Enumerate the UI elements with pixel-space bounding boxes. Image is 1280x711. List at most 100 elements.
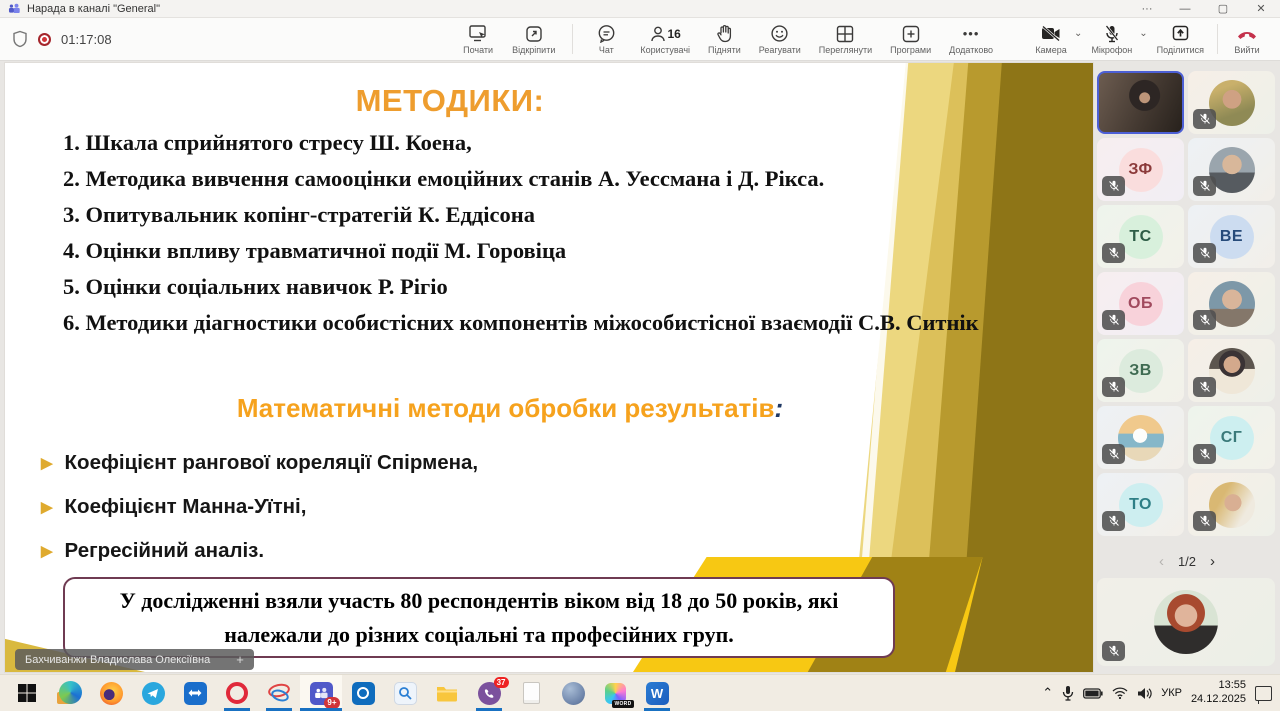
taskbar-search-tool-button[interactable] bbox=[384, 675, 426, 711]
teams-badge: 9+ bbox=[324, 697, 339, 709]
taskbar-teams-button[interactable]: 9+ bbox=[300, 675, 342, 711]
participant-tile[interactable] bbox=[1188, 71, 1275, 134]
participant-tile[interactable]: СГ bbox=[1188, 406, 1275, 469]
taskbar-sphere-app-button[interactable] bbox=[552, 675, 594, 711]
taskbar-outlook-button[interactable] bbox=[342, 675, 384, 711]
list-item: 2. Методика вивчення самооцінки емоційни… bbox=[63, 161, 1038, 197]
ellipsis-icon: ••• bbox=[963, 24, 980, 44]
taskbar-explorer-button[interactable] bbox=[426, 675, 468, 711]
participants-button[interactable]: 16 Користувачі bbox=[633, 22, 697, 57]
tray-battery-icon[interactable] bbox=[1083, 688, 1103, 699]
taskbar-edge-button[interactable] bbox=[48, 675, 90, 711]
camera-button[interactable]: Камера bbox=[1028, 22, 1074, 57]
taskbar-copilot-button[interactable]: WORD bbox=[594, 675, 636, 711]
taskbar-notepad-button[interactable] bbox=[510, 675, 552, 711]
taskbar-opera-button[interactable] bbox=[216, 675, 258, 711]
language-indicator[interactable]: УКР bbox=[1161, 687, 1182, 699]
taskbar-firefox-button[interactable] bbox=[90, 675, 132, 711]
participant-tile[interactable] bbox=[1188, 138, 1275, 201]
bullet-triangle-icon: ▶ bbox=[41, 542, 53, 560]
more-options-button[interactable]: ••• Додатково bbox=[942, 22, 1000, 57]
window-titlebar: Нарада в каналі "General" ··· — ▢ ✕ bbox=[0, 0, 1280, 18]
clock[interactable]: 13:55 24.12.2025 bbox=[1191, 679, 1246, 707]
file-explorer-icon bbox=[435, 681, 460, 706]
mic-muted-icon bbox=[1193, 176, 1216, 196]
mic-muted-icon bbox=[1102, 243, 1125, 263]
participant-tile[interactable] bbox=[1188, 339, 1275, 402]
window-more-button[interactable]: ··· bbox=[1128, 0, 1166, 18]
telegram-icon bbox=[142, 682, 165, 705]
taskbar-capture-button[interactable] bbox=[258, 675, 300, 711]
mic-muted-icon bbox=[1193, 243, 1216, 263]
screen-share-icon bbox=[469, 24, 488, 44]
magnifier-icon bbox=[394, 682, 417, 705]
apps-button[interactable]: Програми bbox=[883, 22, 938, 57]
apps-plus-icon bbox=[902, 24, 920, 44]
people-icon bbox=[650, 25, 666, 43]
share-button[interactable]: Поділитися bbox=[1150, 22, 1211, 57]
mic-muted-icon bbox=[1102, 641, 1125, 661]
tray-volume-icon[interactable] bbox=[1137, 687, 1152, 700]
copilot-word-label: WORD bbox=[612, 700, 633, 708]
chat-button[interactable]: Чат bbox=[583, 22, 629, 57]
participant-tile[interactable] bbox=[1188, 473, 1275, 536]
participant-tile[interactable]: ЗВ bbox=[1097, 339, 1184, 402]
view-button[interactable]: Переглянути bbox=[812, 22, 879, 57]
camera-chevron-icon[interactable]: ⌄ bbox=[1074, 28, 1082, 39]
start-button[interactable] bbox=[6, 675, 48, 711]
participant-tile-active-video[interactable] bbox=[1097, 71, 1184, 134]
opera-icon bbox=[226, 682, 248, 704]
tray-wifi-icon[interactable] bbox=[1112, 687, 1128, 699]
taskbar-word-button[interactable]: W bbox=[636, 675, 678, 711]
edge-icon bbox=[57, 681, 82, 706]
toolbar-divider bbox=[572, 24, 573, 54]
participant-tile[interactable]: ОБ bbox=[1097, 272, 1184, 335]
plus-marker: + bbox=[236, 652, 244, 667]
hangup-icon bbox=[1236, 24, 1258, 44]
avatar-initials: ТС bbox=[1119, 215, 1163, 259]
action-center-icon[interactable] bbox=[1255, 686, 1272, 701]
mic-chevron-icon[interactable]: ⌄ bbox=[1139, 28, 1147, 39]
participant-tile[interactable]: ТО bbox=[1097, 473, 1184, 536]
shared-slide: МЕТОДИКИ: 1. Шкала сприйнятого стресу Ш.… bbox=[4, 62, 1094, 673]
window-maximize-button[interactable]: ▢ bbox=[1204, 0, 1242, 18]
teams-logo-icon bbox=[8, 2, 21, 15]
tray-mic-icon[interactable] bbox=[1062, 685, 1074, 701]
meeting-toolbar: 01:17:08 Почати Відкріпити Чат 16 bbox=[0, 18, 1280, 61]
participant-tile[interactable] bbox=[1097, 406, 1184, 469]
recording-indicator-icon bbox=[38, 33, 51, 46]
teams-icon: 9+ bbox=[310, 682, 333, 705]
meeting-timer: 01:17:08 bbox=[61, 32, 112, 47]
slide-title: МЕТОДИКИ: bbox=[5, 83, 895, 119]
study-info-box: У дослідженні взяли участь 80 респондент… bbox=[63, 577, 895, 658]
taskbar-telegram-button[interactable] bbox=[132, 675, 174, 711]
mic-muted-icon bbox=[1193, 511, 1216, 531]
participant-tile[interactable]: ЗФ bbox=[1097, 138, 1184, 201]
bullet-triangle-icon: ▶ bbox=[41, 498, 53, 516]
grid-view-icon bbox=[836, 24, 854, 44]
leave-button[interactable]: Вийти bbox=[1224, 22, 1270, 57]
participant-tile[interactable]: ТС bbox=[1097, 205, 1184, 268]
taskbar-teamviewer-button[interactable] bbox=[174, 675, 216, 711]
window-minimize-button[interactable]: — bbox=[1166, 0, 1204, 18]
unpin-button[interactable]: Відкріпити bbox=[505, 22, 562, 57]
window-close-button[interactable]: ✕ bbox=[1242, 0, 1280, 18]
react-button[interactable]: Реагувати bbox=[752, 22, 808, 57]
tray-hidden-icons-chevron[interactable]: ⌃ bbox=[1042, 685, 1053, 701]
toolbar-divider bbox=[1217, 24, 1218, 54]
pager-next-icon[interactable]: › bbox=[1210, 553, 1215, 570]
participant-tile-large[interactable] bbox=[1097, 578, 1275, 666]
avatar bbox=[1154, 590, 1218, 654]
smiley-icon bbox=[770, 24, 789, 44]
participant-tile[interactable]: ВЕ bbox=[1188, 205, 1275, 268]
mic-button[interactable]: Мікрофон bbox=[1084, 22, 1139, 57]
mic-muted-icon bbox=[1193, 109, 1216, 129]
raise-hand-icon bbox=[716, 24, 733, 44]
pager-prev-icon[interactable]: ‹ bbox=[1159, 553, 1164, 570]
sphere-app-icon bbox=[562, 682, 585, 705]
start-share-button[interactable]: Почати bbox=[455, 22, 501, 57]
raise-hand-button[interactable]: Підняти bbox=[701, 22, 748, 57]
taskbar-viber-button[interactable]: 37 bbox=[468, 675, 510, 711]
avatar-initials: ТО bbox=[1119, 483, 1163, 527]
participant-tile[interactable] bbox=[1188, 272, 1275, 335]
